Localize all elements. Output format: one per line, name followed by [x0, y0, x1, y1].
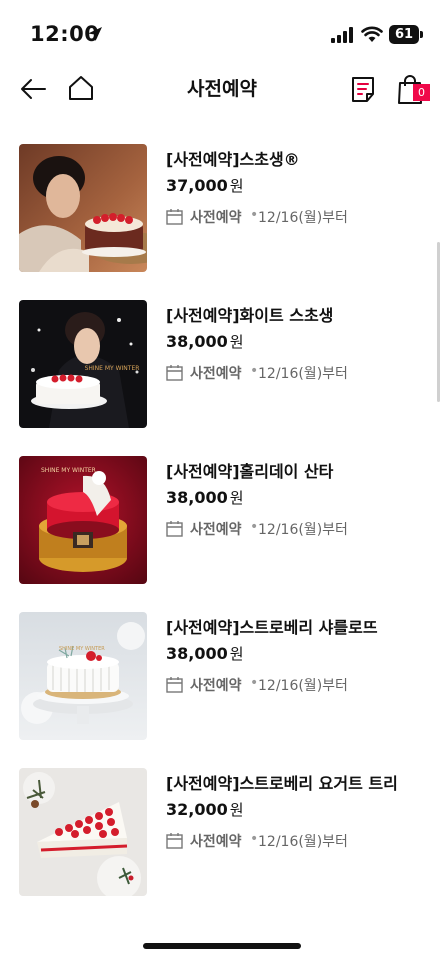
image-text-shine: SHINE MY WINTER — [41, 467, 96, 474]
image-text-shine: SHINE MY WINTER — [85, 365, 140, 372]
preorder-label: 사전예약 — [190, 210, 242, 226]
wifi-icon — [361, 26, 383, 42]
availability-date: 12/16(월)부터 — [258, 678, 348, 694]
product-price: 38,000 원 — [166, 488, 244, 507]
battery-indicator: 61 — [389, 25, 423, 44]
calendar-icon — [166, 209, 183, 225]
home-indicator[interactable] — [143, 943, 301, 949]
product-image[interactable] — [19, 768, 147, 896]
cellular-signal-icon — [331, 27, 353, 43]
product-name[interactable]: [사전예약]홀리데이 산타 — [166, 458, 333, 482]
product-image[interactable] — [19, 144, 147, 272]
preorder-label: 사전예약 — [190, 678, 242, 694]
product-image[interactable]: SHINE MY WINTER — [19, 456, 147, 584]
product-price: 38,000 원 — [166, 332, 244, 351]
availability-date: 12/16(월)부터 — [258, 522, 348, 538]
page-title: 사전예약 — [187, 78, 257, 100]
order-list-icon[interactable] — [350, 75, 376, 103]
product-name[interactable]: [사전예약]스트로베리 샤를로뜨 — [166, 614, 378, 638]
status-bar: 12:00 61 — [0, 0, 444, 66]
product-name[interactable]: [사전예약]스초생® — [166, 146, 300, 170]
product-price: 32,000 원 — [166, 800, 244, 819]
availability-date: 12/16(월)부터 — [258, 210, 348, 226]
availability-date: 12/16(월)부터 — [258, 366, 348, 382]
calendar-icon — [166, 833, 183, 849]
image-text-shine: SHINE MY WINTER — [59, 646, 105, 652]
scrollbar[interactable] — [437, 242, 440, 402]
product-item[interactable]: [사전예약]스트로베리 요거트 트리 32,000 원 사전예약 • 12/16(… — [0, 768, 444, 896]
product-price: 38,000 원 — [166, 644, 244, 663]
battery-level: 61 — [394, 27, 414, 42]
calendar-icon — [166, 521, 183, 537]
availability-date: 12/16(월)부터 — [258, 834, 348, 850]
cart-count-badge: 0 — [413, 84, 430, 101]
product-image[interactable]: SHINE MY WINTER — [19, 612, 147, 740]
product-price: 37,000 원 — [166, 176, 244, 195]
product-item[interactable]: SHINE MY WINTER [사전예약]화이트 스초생 38,000 원 사전… — [0, 300, 444, 428]
product-item[interactable]: SHINE MY WINTER [사전예약]홀리데이 산타 38,000 원 사전… — [0, 456, 444, 584]
preorder-label: 사전예약 — [190, 834, 242, 850]
product-name[interactable]: [사전예약]화이트 스초생 — [166, 302, 333, 326]
top-navigation-bar: 사전예약 — [0, 66, 444, 112]
product-item[interactable]: SHINE MY WINTER [사전예약]스트로베리 샤를로뜨 38,000 원… — [0, 612, 444, 740]
product-image[interactable]: SHINE MY WINTER — [19, 300, 147, 428]
location-arrow-icon — [88, 27, 102, 41]
calendar-icon — [166, 365, 183, 381]
product-name[interactable]: [사전예약]스트로베리 요거트 트리 — [166, 770, 398, 794]
preorder-label: 사전예약 — [190, 522, 242, 538]
preorder-label: 사전예약 — [190, 366, 242, 382]
product-item[interactable]: [사전예약]스초생® 37,000 원 사전예약 • 12/16(월)부터 — [0, 144, 444, 272]
calendar-icon — [166, 677, 183, 693]
